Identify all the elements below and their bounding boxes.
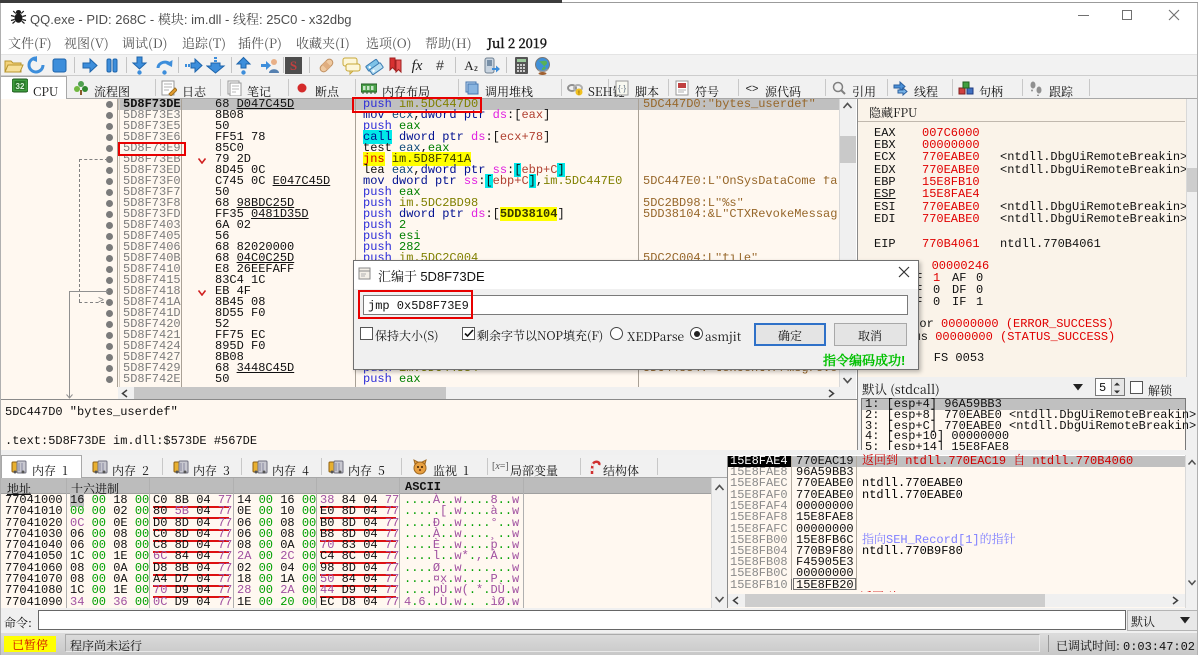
svg-text:fx: fx xyxy=(412,58,423,74)
svg-text:z: z xyxy=(474,64,478,73)
svg-text:#: # xyxy=(436,57,444,73)
svg-text:32: 32 xyxy=(16,82,25,91)
svg-text:A: A xyxy=(464,58,474,73)
svg-text:{·}: {·} xyxy=(618,84,626,93)
svg-text:<>: <> xyxy=(746,83,759,95)
svg-text:S: S xyxy=(290,58,297,73)
